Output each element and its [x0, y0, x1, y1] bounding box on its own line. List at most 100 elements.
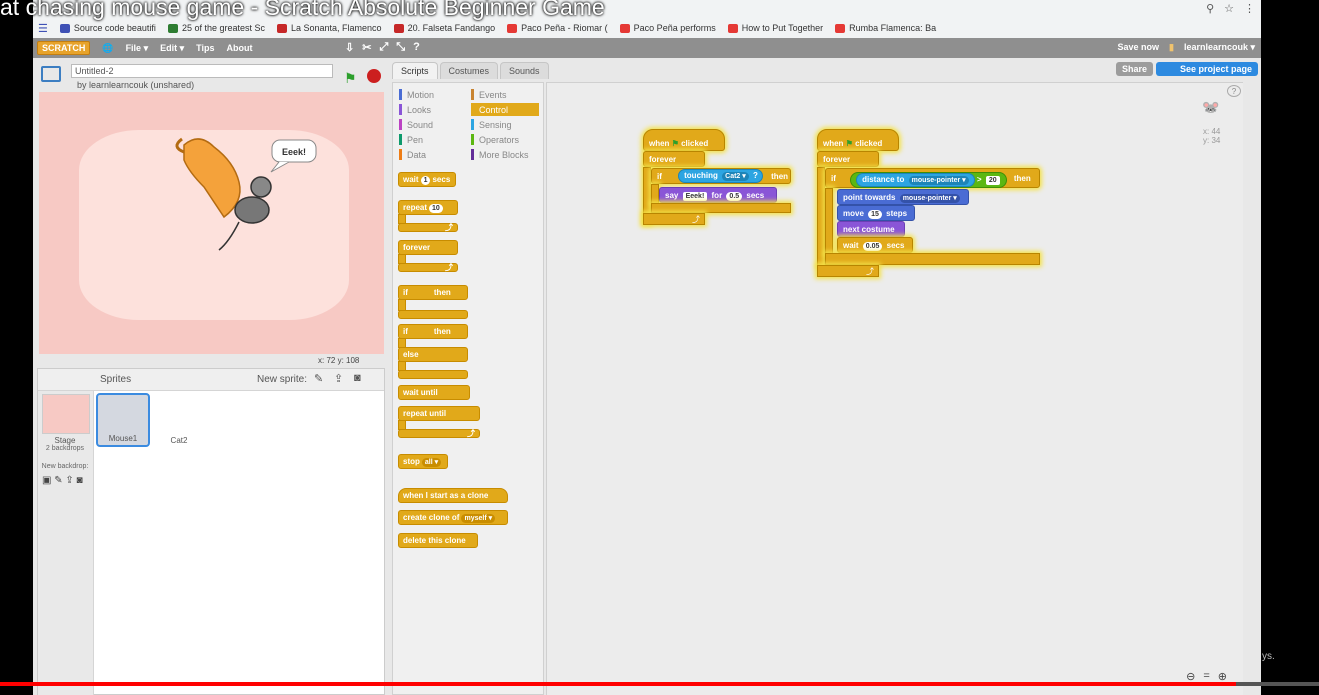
bookmark[interactable]: 25 of the greatest Sc [167, 23, 265, 33]
edit-tools: ⇩ ✂ ⤢ ⤡ ? [345, 41, 420, 54]
bookmark[interactable]: Source code beautifi [59, 23, 156, 33]
wait-until-block[interactable]: wait until [398, 385, 470, 400]
help-icon[interactable]: ? [1227, 85, 1241, 97]
wait-secs-block[interactable]: wait 0.05 secs [837, 237, 913, 253]
see-project-page-button[interactable]: See project page [1156, 62, 1259, 76]
category-control[interactable]: Control [471, 103, 539, 116]
category-looks[interactable]: Looks [399, 103, 467, 116]
wait-secs-block[interactable]: wait 1 secs [398, 172, 456, 187]
menu-file[interactable]: File ▾ [126, 43, 149, 54]
if-then-block[interactable]: if then [398, 285, 468, 300]
clone-dropdown[interactable]: myself ▾ [461, 514, 496, 523]
forever-block[interactable]: forever [398, 240, 458, 255]
upload-sprite-icon[interactable]: ⇪ [334, 372, 343, 385]
new-backdrop-icons[interactable]: ▣ ✎ ⇪ ◙ [42, 475, 83, 486]
forever-block[interactable]: forever [643, 151, 705, 167]
repeat-until-block[interactable]: repeat until [398, 406, 480, 421]
green-flag-icon: ⚑ [671, 139, 679, 148]
tab-sounds[interactable]: Sounds [500, 62, 549, 79]
stop-dropdown[interactable]: all ▾ [421, 458, 442, 467]
when-flag-clicked-hat[interactable]: when ⚑ clicked [643, 129, 725, 151]
sprite-thumbnail-cat[interactable]: Cat2 [152, 393, 206, 447]
scripts-area[interactable]: ? 🐭 x: 44 y: 34 when ⚑ clicked forever i… [546, 82, 1243, 695]
green-flag-icon[interactable]: ⚑ [344, 70, 357, 87]
stage-thumbnail[interactable] [42, 394, 90, 434]
menu-edit[interactable]: Edit ▾ [160, 43, 184, 54]
stop-icon[interactable] [367, 69, 381, 83]
camera-icon[interactable]: ◙ [354, 372, 361, 384]
tab-scripts[interactable]: Scripts [392, 62, 438, 79]
new-backdrop-label: New backdrop: [41, 463, 89, 470]
star-icon[interactable]: ☆ [1224, 2, 1234, 15]
sprite-y-readout: y: 34 [1203, 136, 1221, 145]
create-clone-block[interactable]: create clone of myself ▾ [398, 510, 508, 525]
bookmark[interactable]: 20. Falseta Fandango [393, 23, 495, 33]
block-palette: Motion Looks Sound Pen Data Events Contr… [392, 82, 544, 695]
bookmark-icon [167, 23, 178, 33]
category-events[interactable]: Events [471, 88, 539, 101]
user-menu[interactable]: learnlearncouk ▾ [1184, 42, 1255, 53]
category-motion[interactable]: Motion [399, 88, 467, 101]
folder-icon[interactable]: ▮ [1169, 42, 1174, 53]
category-sensing[interactable]: Sensing [471, 118, 539, 131]
save-now-link[interactable]: Save now [1117, 42, 1159, 53]
sprite-thumbnail-mouse[interactable]: Mouse1 [96, 393, 150, 447]
browser-icons: ⚲ ☆ ⋮ [1206, 2, 1255, 15]
next-costume-block[interactable]: next costume [837, 221, 905, 237]
help-icon[interactable]: ? [413, 41, 420, 54]
bookmark[interactable]: La Sonanta, Flamenco [277, 23, 382, 33]
bookmark[interactable]: How to Put Together [727, 23, 823, 33]
distance-to-reporter[interactable]: distance to mouse-pointer ▾ [856, 173, 975, 187]
apps-icon[interactable]: ☰ [38, 22, 48, 35]
paint-sprite-icon[interactable]: ✎ [314, 372, 323, 385]
scratch-logo[interactable]: SCRATCH [37, 41, 91, 55]
video-progress-bar[interactable] [0, 682, 1319, 686]
delete-clone-block[interactable]: delete this clone [398, 533, 478, 548]
category-sound[interactable]: Sound [399, 118, 467, 131]
bookmark-icon [277, 23, 287, 33]
if-distance-block[interactable]: if distance to mouse-pointer ▾ > 20 then [825, 168, 1040, 188]
category-pen[interactable]: Pen [399, 133, 467, 146]
if-then-else-block[interactable]: if then [398, 324, 468, 339]
category-data[interactable]: Data [399, 148, 467, 161]
youtube-icon [619, 23, 630, 33]
block-categories: Motion Looks Sound Pen Data Events Contr… [399, 88, 539, 164]
when-flag-clicked-hat[interactable]: when ⚑ clicked [817, 129, 899, 151]
fullscreen-icon[interactable] [41, 66, 61, 82]
category-operators[interactable]: Operators [471, 133, 539, 146]
stage[interactable]: Eeek! [39, 92, 384, 354]
bookmark[interactable]: Rumba Flamenca: Ba [835, 23, 936, 33]
sprites-header: Sprites New sprite: ✎ ⇪ ◙ [38, 369, 384, 391]
globe-icon[interactable]: 🌐 [102, 43, 113, 54]
stop-block[interactable]: stop all ▾ [398, 454, 448, 469]
touching-condition[interactable]: touching Cat2 ▾ ? [678, 169, 763, 183]
bookmark[interactable]: Paco Peña performs [619, 23, 716, 33]
menu-about[interactable]: About [226, 43, 252, 53]
if-touching-block[interactable]: if touching Cat2 ▾ ? then [651, 168, 791, 184]
say-for-secs-block[interactable]: say Eeek! for 0.5 secs [659, 187, 777, 203]
cut-icon[interactable]: ✂ [362, 41, 371, 54]
overlay-text: ys. [1262, 651, 1275, 662]
forever-block[interactable]: forever [817, 151, 879, 167]
point-towards-block[interactable]: point towards mouse-pointer ▾ [837, 189, 969, 205]
touching-dropdown[interactable]: Cat2 ▾ [722, 172, 749, 181]
category-more-blocks[interactable]: More Blocks [471, 148, 539, 161]
pin-icon[interactable]: ⚲ [1206, 2, 1214, 15]
shrink-icon[interactable]: ⤡ [396, 41, 405, 54]
tab-costumes[interactable]: Costumes [439, 62, 499, 79]
duplicate-icon[interactable]: ⇩ [345, 41, 354, 54]
move-steps-block[interactable]: move 15 steps [837, 205, 915, 221]
greater-than-operator[interactable]: distance to mouse-pointer ▾ > 20 [850, 172, 1007, 188]
project-title-input[interactable]: Untitled-2 [71, 64, 333, 78]
share-button[interactable]: Share [1116, 62, 1154, 76]
clone-start-hat[interactable]: when I start as a clone [398, 488, 508, 503]
point-dropdown[interactable]: mouse-pointer ▾ [899, 194, 960, 203]
bookmark[interactable]: Paco Peña - Riomar ( [507, 23, 608, 33]
repeat-block[interactable]: repeat 10 [398, 200, 458, 215]
grow-icon[interactable]: ⤢ [379, 41, 388, 54]
menu-tips[interactable]: Tips [196, 43, 214, 53]
more-icon[interactable]: ⋮ [1244, 2, 1255, 15]
distance-dropdown[interactable]: mouse-pointer ▾ [908, 176, 969, 185]
video-progress-fill [0, 682, 1236, 686]
cat-sprite[interactable] [175, 137, 241, 219]
